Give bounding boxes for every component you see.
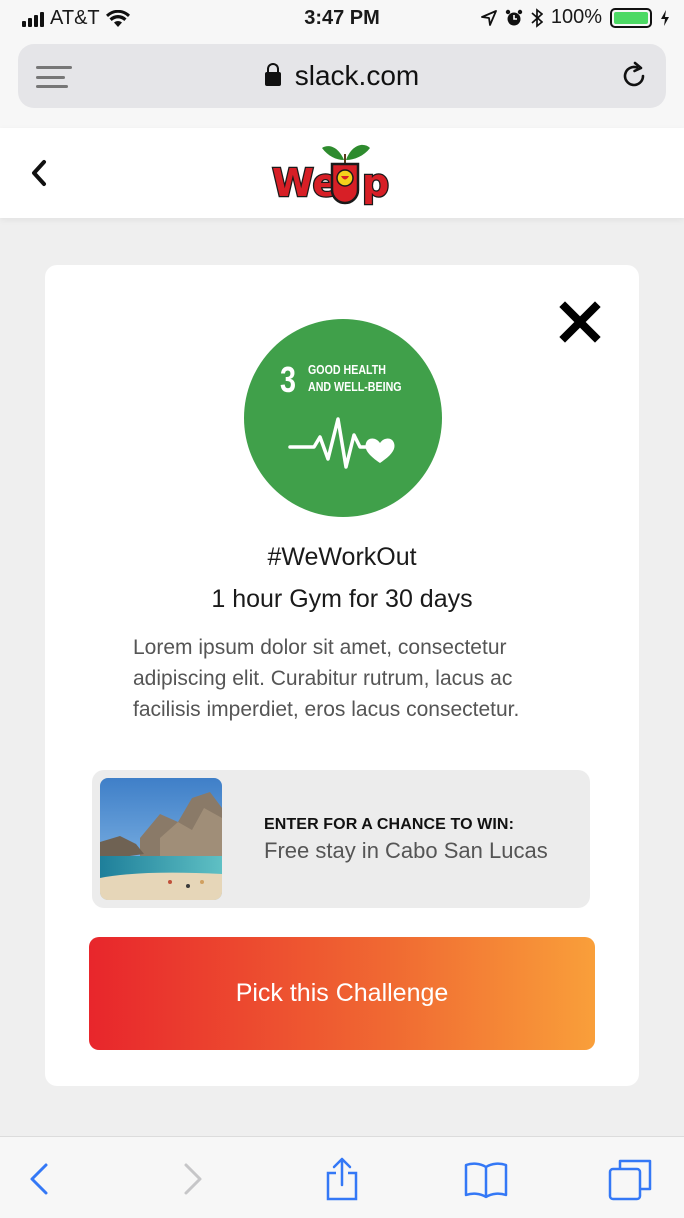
- goal-label: GOOD HEALTH AND WELL-BEING: [308, 361, 402, 395]
- bluetooth-icon: [531, 7, 543, 28]
- goal-label-line2: AND WELL-BEING: [308, 379, 402, 394]
- heartbeat-heart-icon: [288, 417, 395, 469]
- prize-image: [100, 778, 222, 900]
- back-arrow-icon[interactable]: [16, 1155, 64, 1203]
- lock-icon: [264, 63, 281, 86]
- url-text: slack.com: [294, 60, 420, 91]
- status-right: 100%: [480, 6, 670, 29]
- prize-banner[interactable]: ENTER FOR A CHANCE TO WIN: Free stay in …: [92, 770, 590, 908]
- svg-text:p: p: [362, 161, 389, 205]
- challenge-card: 3 GOOD HEALTH AND WELL-BEING #WeWorkOut …: [45, 265, 639, 1086]
- goal-number: 3: [280, 359, 297, 400]
- bookmarks-icon[interactable]: [462, 1155, 510, 1203]
- forward-arrow-icon[interactable]: [168, 1155, 216, 1203]
- share-icon[interactable]: [318, 1155, 366, 1203]
- url-display[interactable]: slack.com: [18, 60, 666, 92]
- pick-challenge-button[interactable]: Pick this Challenge: [89, 937, 595, 1050]
- url-bar[interactable]: slack.com: [18, 44, 666, 108]
- browser-toolbar: [0, 1136, 684, 1218]
- app-header: We p: [0, 128, 684, 218]
- tabs-icon[interactable]: [606, 1155, 654, 1203]
- browser-chrome: slack.com: [0, 38, 684, 128]
- beach-photo: [100, 778, 222, 900]
- battery-icon: [610, 7, 652, 28]
- goal-label-line1: GOOD HEALTH: [308, 362, 386, 377]
- status-bar: AT&T 3:47 PM 100%: [0, 0, 684, 38]
- prize-description: Free stay in Cabo San Lucas: [264, 838, 548, 863]
- sdg-goal-badge: 3 GOOD HEALTH AND WELL-BEING: [244, 319, 442, 517]
- charging-icon: [661, 9, 669, 26]
- challenge-description: Lorem ipsum dolor sit amet, consectetur …: [133, 636, 520, 721]
- chevron-left-icon[interactable]: [28, 158, 50, 188]
- challenge-subtitle: 1 hour Gym for 30 days: [211, 585, 473, 613]
- challenge-hashtag: #WeWorkOut: [267, 543, 417, 571]
- svg-text:We: We: [272, 161, 338, 205]
- location-icon: [480, 9, 497, 26]
- close-icon[interactable]: [555, 297, 605, 347]
- alarm-icon: [505, 9, 523, 25]
- prize-heading: ENTER FOR A CHANCE TO WIN:: [264, 816, 514, 833]
- reload-icon[interactable]: [618, 60, 650, 92]
- weup-logo: We p: [271, 144, 390, 206]
- battery-percent: 100%: [550, 6, 602, 28]
